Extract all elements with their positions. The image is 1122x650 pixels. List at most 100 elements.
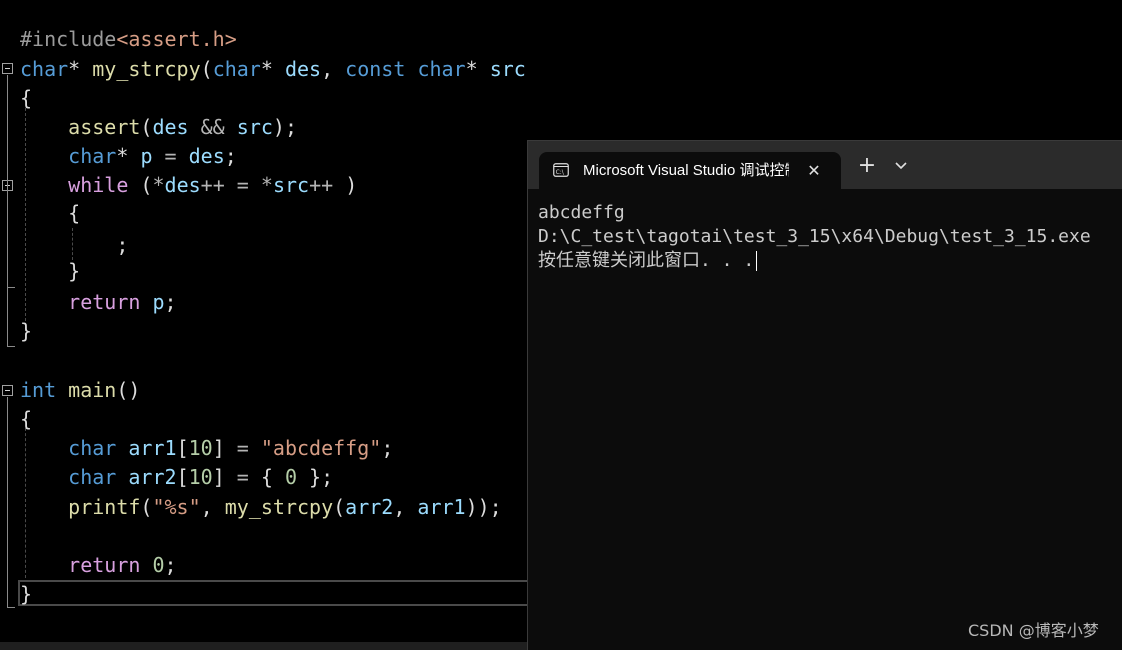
code-token: * bbox=[260, 173, 273, 197]
code-token: src bbox=[489, 57, 526, 81]
code-token: * bbox=[465, 57, 490, 81]
code-token: while bbox=[68, 173, 129, 197]
code-line[interactable]: } bbox=[0, 317, 527, 346]
code-text: char arr1[10] = "abcdeffg"; bbox=[20, 434, 393, 463]
code-line[interactable]: char* my_strcpy(char* des, const char* s… bbox=[0, 55, 527, 84]
code-token: )); bbox=[465, 495, 502, 519]
code-line[interactable]: { bbox=[0, 199, 527, 228]
code-line[interactable]: return 0; bbox=[0, 551, 527, 580]
code-token: ( bbox=[128, 173, 153, 197]
terminal-titlebar[interactable]: C:\ Microsoft Visual Studio 调试控制台 ✕ + bbox=[528, 141, 1122, 189]
code-token: ; bbox=[164, 553, 177, 577]
output-line: abcdeffg bbox=[538, 202, 625, 223]
code-text: assert(des && src); bbox=[20, 113, 297, 142]
code-text: return 0; bbox=[20, 551, 177, 580]
code-line[interactable]: ; bbox=[0, 231, 527, 260]
code-token: * bbox=[116, 144, 141, 168]
code-token: ); bbox=[272, 115, 297, 139]
code-token: } bbox=[20, 582, 33, 606]
code-text: int main() bbox=[20, 376, 140, 405]
code-token: 10 bbox=[188, 465, 213, 489]
code-text: #include<assert.h> bbox=[20, 25, 237, 54]
code-token: <assert.h> bbox=[116, 27, 237, 51]
output-line-prompt: 按任意键关闭此窗口. . . bbox=[538, 249, 1118, 273]
plus-icon[interactable]: + bbox=[854, 153, 880, 179]
code-line[interactable]: int main() bbox=[0, 376, 527, 405]
code-line[interactable]: #include<assert.h> bbox=[0, 25, 527, 54]
code-token: { bbox=[20, 86, 33, 110]
console-icon: C:\ bbox=[553, 163, 569, 177]
code-token: assert bbox=[68, 115, 141, 139]
terminal-tab[interactable]: C:\ Microsoft Visual Studio 调试控制台 ✕ bbox=[539, 152, 841, 189]
code-text: while (*des++ = *src++ ) bbox=[20, 171, 357, 200]
code-text: return p; bbox=[20, 288, 176, 317]
code-token: ( bbox=[140, 115, 153, 139]
code-line[interactable]: char arr2[10] = { 0 }; bbox=[0, 463, 527, 492]
debug-console-window[interactable]: C:\ Microsoft Visual Studio 调试控制台 ✕ + ab… bbox=[527, 140, 1122, 650]
code-text: char arr2[10] = { 0 }; bbox=[20, 463, 333, 492]
code-text: printf("%s", my_strcpy(arr2, arr1)); bbox=[20, 493, 502, 522]
code-line[interactable]: } bbox=[0, 257, 527, 286]
code-line[interactable]: { bbox=[0, 405, 527, 434]
code-line[interactable]: char* p = des; bbox=[0, 142, 527, 171]
code-line[interactable]: assert(des && src); bbox=[0, 113, 527, 142]
code-token: ( bbox=[140, 495, 153, 519]
code-token: char bbox=[417, 57, 466, 81]
code-token: } bbox=[20, 259, 81, 283]
code-token: "%s" bbox=[152, 495, 201, 519]
code-line[interactable] bbox=[0, 347, 527, 376]
code-line[interactable] bbox=[0, 522, 527, 551]
code-token: ++ bbox=[309, 173, 334, 197]
code-token: 10 bbox=[188, 436, 213, 460]
code-token: int bbox=[20, 378, 57, 402]
code-token: { bbox=[20, 407, 33, 431]
code-text: ; bbox=[20, 231, 128, 260]
output-line: D:\C_test\tagotai\test_3_15\x64\Debug\te… bbox=[538, 226, 1091, 247]
close-icon[interactable]: ✕ bbox=[803, 160, 825, 182]
code-token: char bbox=[212, 57, 261, 81]
code-token: arr2 bbox=[345, 495, 394, 519]
terminal-output[interactable]: abcdeffg D:\C_test\tagotai\test_3_15\x64… bbox=[538, 201, 1118, 621]
code-token: 0 bbox=[152, 553, 165, 577]
code-line[interactable]: printf("%s", my_strcpy(arr2, arr1)); bbox=[0, 493, 527, 522]
code-token: arr2 bbox=[128, 465, 177, 489]
code-token: , bbox=[321, 57, 346, 81]
code-line[interactable]: } bbox=[0, 580, 527, 609]
code-token: #include bbox=[20, 27, 117, 51]
code-token: ; bbox=[224, 144, 237, 168]
code-token: src bbox=[236, 115, 273, 139]
code-token: 0 bbox=[284, 465, 298, 489]
svg-text:C:\: C:\ bbox=[556, 169, 565, 176]
code-token: () bbox=[116, 378, 141, 402]
code-line[interactable]: return p; bbox=[0, 288, 527, 317]
chevron-down-icon[interactable] bbox=[894, 159, 908, 173]
code-token: = bbox=[236, 465, 249, 489]
code-token: ; bbox=[20, 233, 129, 257]
code-line[interactable]: char arr1[10] = "abcdeffg"; bbox=[0, 434, 527, 463]
code-line[interactable]: while (*des++ = *src++ ) bbox=[0, 171, 527, 200]
code-line[interactable]: { bbox=[0, 84, 527, 113]
code-token: [ bbox=[176, 465, 189, 489]
code-token: des bbox=[284, 57, 322, 81]
code-token: } bbox=[20, 319, 33, 343]
code-token: { bbox=[20, 201, 81, 225]
code-token: des bbox=[152, 115, 189, 139]
code-token: ] bbox=[212, 465, 237, 489]
code-token: p bbox=[140, 144, 153, 168]
code-token: = bbox=[236, 173, 249, 197]
code-token: , bbox=[200, 495, 225, 519]
code-token: && bbox=[200, 115, 225, 139]
